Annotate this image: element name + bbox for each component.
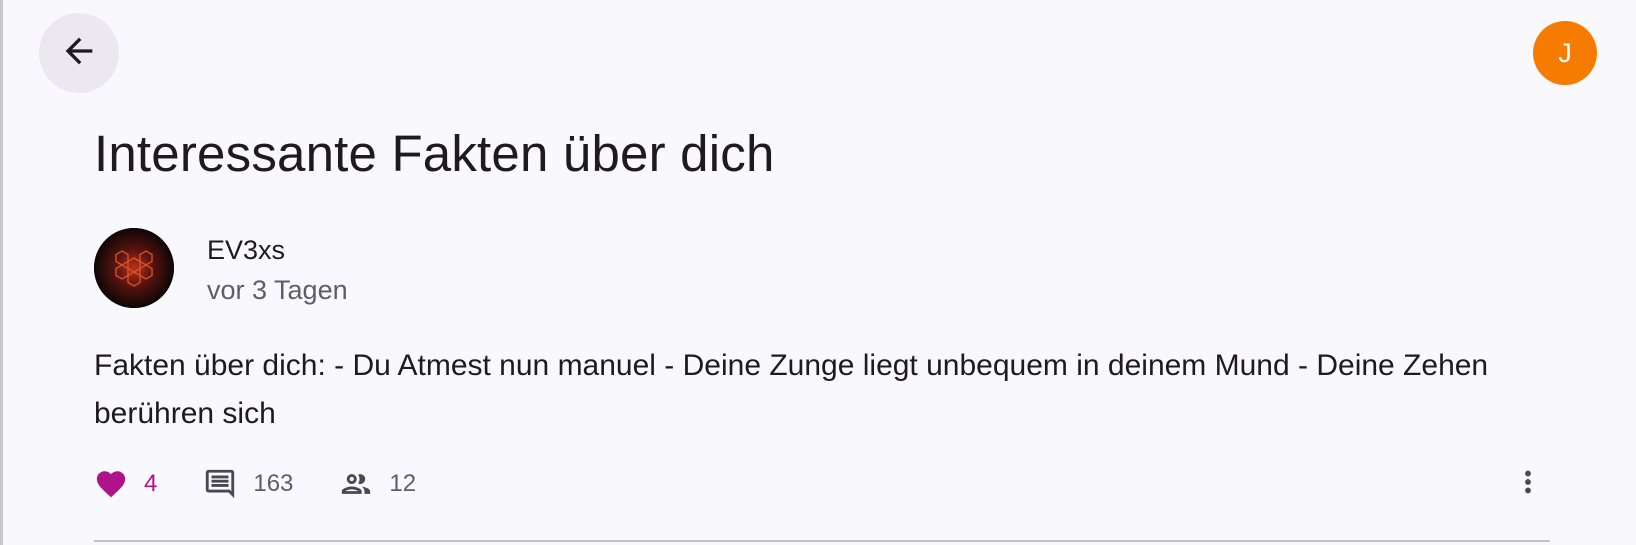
account-avatar[interactable]: J	[1533, 21, 1597, 85]
comment-icon	[203, 467, 237, 501]
more-options-button[interactable]	[1506, 462, 1550, 506]
comments-button[interactable]: 163	[203, 467, 293, 501]
participants-button[interactable]: 12	[339, 467, 416, 501]
post-actions: 4 163 12	[94, 462, 462, 506]
comment-count: 163	[253, 470, 294, 497]
post-screen: J Interessante Fakten über dich EV3xs vo…	[0, 0, 1636, 545]
participant-count: 12	[389, 470, 417, 497]
divider	[94, 540, 1550, 542]
author-avatar[interactable]	[94, 228, 174, 308]
heart-icon	[94, 467, 128, 501]
account-initial: J	[1558, 37, 1572, 68]
like-count: 4	[144, 470, 158, 497]
post-timestamp: vor 3 Tagen	[207, 275, 348, 305]
post-title: Interessante Fakten über dich	[94, 125, 775, 182]
author-name[interactable]: EV3xs	[207, 232, 285, 268]
like-button[interactable]: 4	[94, 467, 157, 501]
post-body: Fakten über dich: - Du Atmest nun manuel…	[94, 349, 1489, 430]
people-icon	[339, 467, 373, 501]
more-vertical-icon	[1511, 465, 1545, 504]
arrow-left-icon	[59, 31, 99, 76]
back-button[interactable]	[39, 13, 119, 93]
